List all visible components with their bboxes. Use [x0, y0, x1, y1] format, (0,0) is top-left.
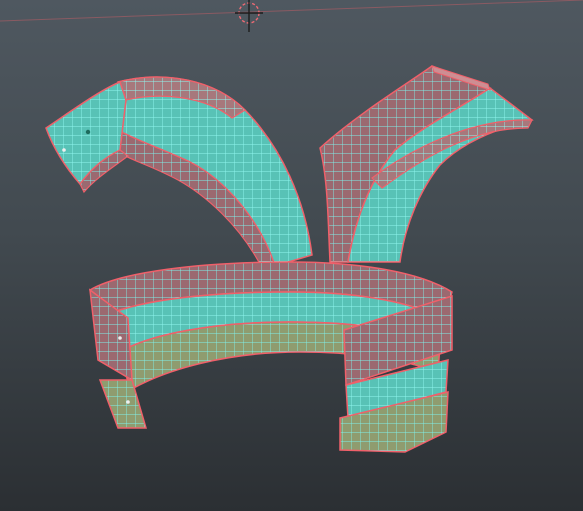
mesh-strap-right[interactable] — [319, 65, 534, 263]
crosshair-pivot-icon[interactable] — [235, 0, 263, 32]
mesh-belt[interactable] — [89, 261, 453, 453]
mesh-strap-left[interactable] — [45, 76, 313, 269]
3d-viewport[interactable] — [0, 0, 583, 511]
scene-canvas[interactable] — [0, 0, 583, 511]
grid-horizon-line — [0, 0, 583, 22]
